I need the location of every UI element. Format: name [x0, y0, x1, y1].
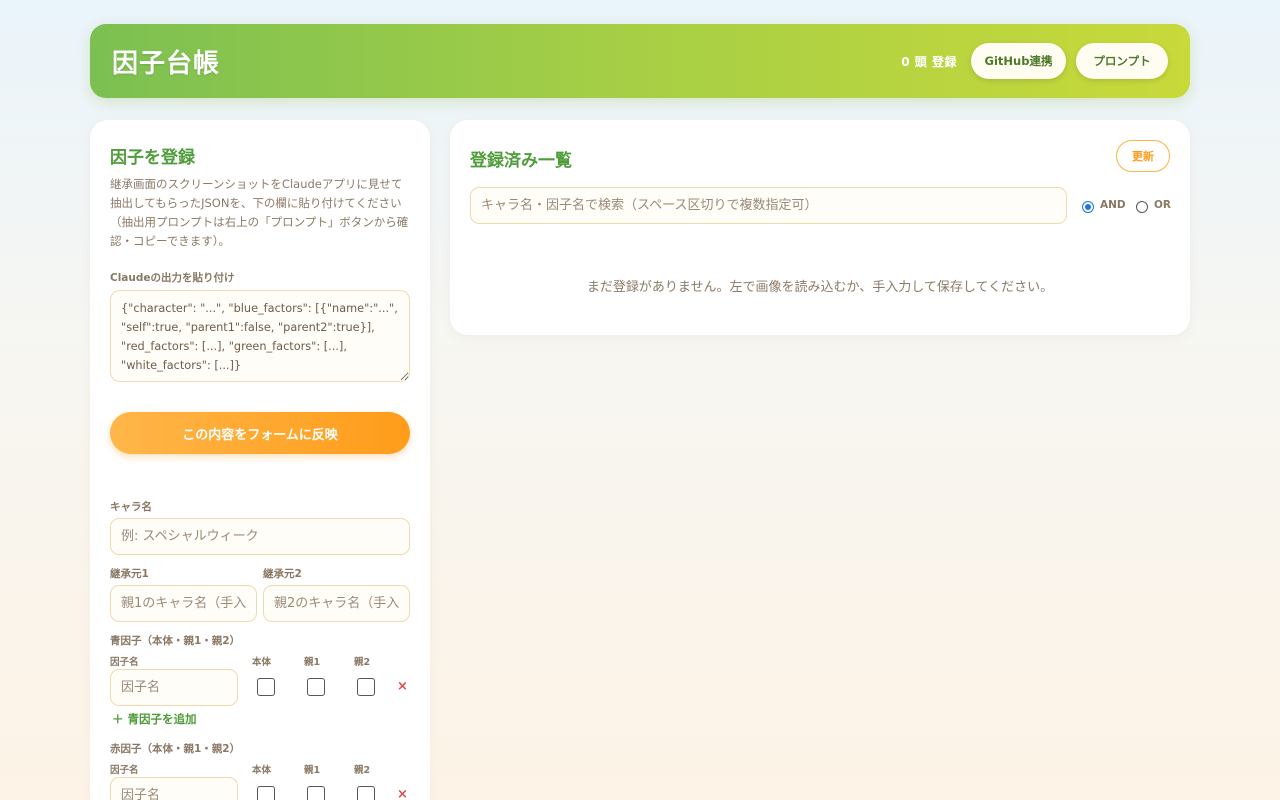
register-title: 因子を登録 [110, 148, 195, 168]
parent2-label: 継承元2 [263, 568, 302, 580]
register-panel: 因子を登録 継承画面のスクリーンショットをClaudeアプリに見せて抽出してもら… [90, 120, 430, 800]
and-radio-label: AND [1100, 199, 1126, 211]
red-factor-name-input[interactable] [110, 777, 238, 800]
json-paste-textarea[interactable]: {"character": "...", "blue_factors": [{"… [110, 290, 410, 382]
blue-factor-title: 青因子（本体・親1・親2） [110, 635, 241, 647]
github-button[interactable]: GitHub連携 [971, 43, 1066, 79]
update-button[interactable]: 更新 [1116, 140, 1170, 172]
prompt-button[interactable]: プロンプト [1076, 43, 1168, 79]
red-remove-button[interactable]: × [397, 787, 408, 800]
registered-count: 0 頭 登録 [901, 54, 957, 69]
red-col-parent2: 親2 [354, 765, 371, 776]
chara-label: キャラ名 [110, 501, 152, 513]
or-radio[interactable] [1136, 201, 1148, 213]
blue-self-checkbox[interactable] [257, 678, 275, 696]
empty-list-message: まだ登録がありません。左で画像を読み込むか、手入力して保存してください。 [586, 280, 1054, 295]
parent1-label: 継承元1 [110, 568, 149, 580]
blue-col-parent2: 親2 [354, 657, 371, 668]
or-radio-label: OR [1154, 199, 1172, 211]
and-radio[interactable] [1082, 201, 1094, 213]
registered-list-panel: 登録済み一覧 更新 AND OR まだ登録がありません。左で画像を読み込むか、手… [450, 120, 1190, 335]
blue-parent2-checkbox[interactable] [357, 678, 375, 696]
blue-col-self: 本体 [252, 657, 272, 668]
parent1-input[interactable] [110, 585, 257, 622]
blue-remove-button[interactable]: × [397, 679, 408, 694]
red-factor-title: 赤因子（本体・親1・親2） [110, 743, 241, 755]
red-parent2-checkbox[interactable] [357, 786, 375, 800]
header-actions: 0 頭 登録 GitHub連携 プロンプト [901, 43, 1168, 79]
app-title: 因子台帳 [112, 48, 221, 79]
blue-factor-name-input[interactable] [110, 669, 238, 706]
red-self-checkbox[interactable] [257, 786, 275, 800]
blue-parent1-checkbox[interactable] [307, 678, 325, 696]
chara-name-input[interactable] [110, 518, 410, 555]
red-col-self: 本体 [252, 765, 272, 776]
blue-col-name: 因子名 [110, 657, 139, 668]
list-title: 登録済み一覧 [470, 151, 572, 171]
red-col-name: 因子名 [110, 765, 139, 776]
red-parent1-checkbox[interactable] [307, 786, 325, 800]
search-input[interactable] [470, 187, 1067, 224]
app-header: 因子台帳 0 頭 登録 GitHub連携 プロンプト [90, 24, 1190, 98]
paste-label: Claudeの出力を貼り付け [110, 272, 235, 284]
apply-to-form-button[interactable]: この内容をフォームに反映 [110, 412, 410, 454]
blue-col-parent1: 親1 [304, 657, 321, 668]
register-description: 継承画面のスクリーンショットをClaudeアプリに見せて抽出してもらったJSON… [110, 177, 409, 248]
parent2-input[interactable] [263, 585, 410, 622]
add-blue-factor-link[interactable]: ＋ 青因子を追加 [112, 711, 197, 727]
red-col-parent1: 親1 [304, 765, 321, 776]
